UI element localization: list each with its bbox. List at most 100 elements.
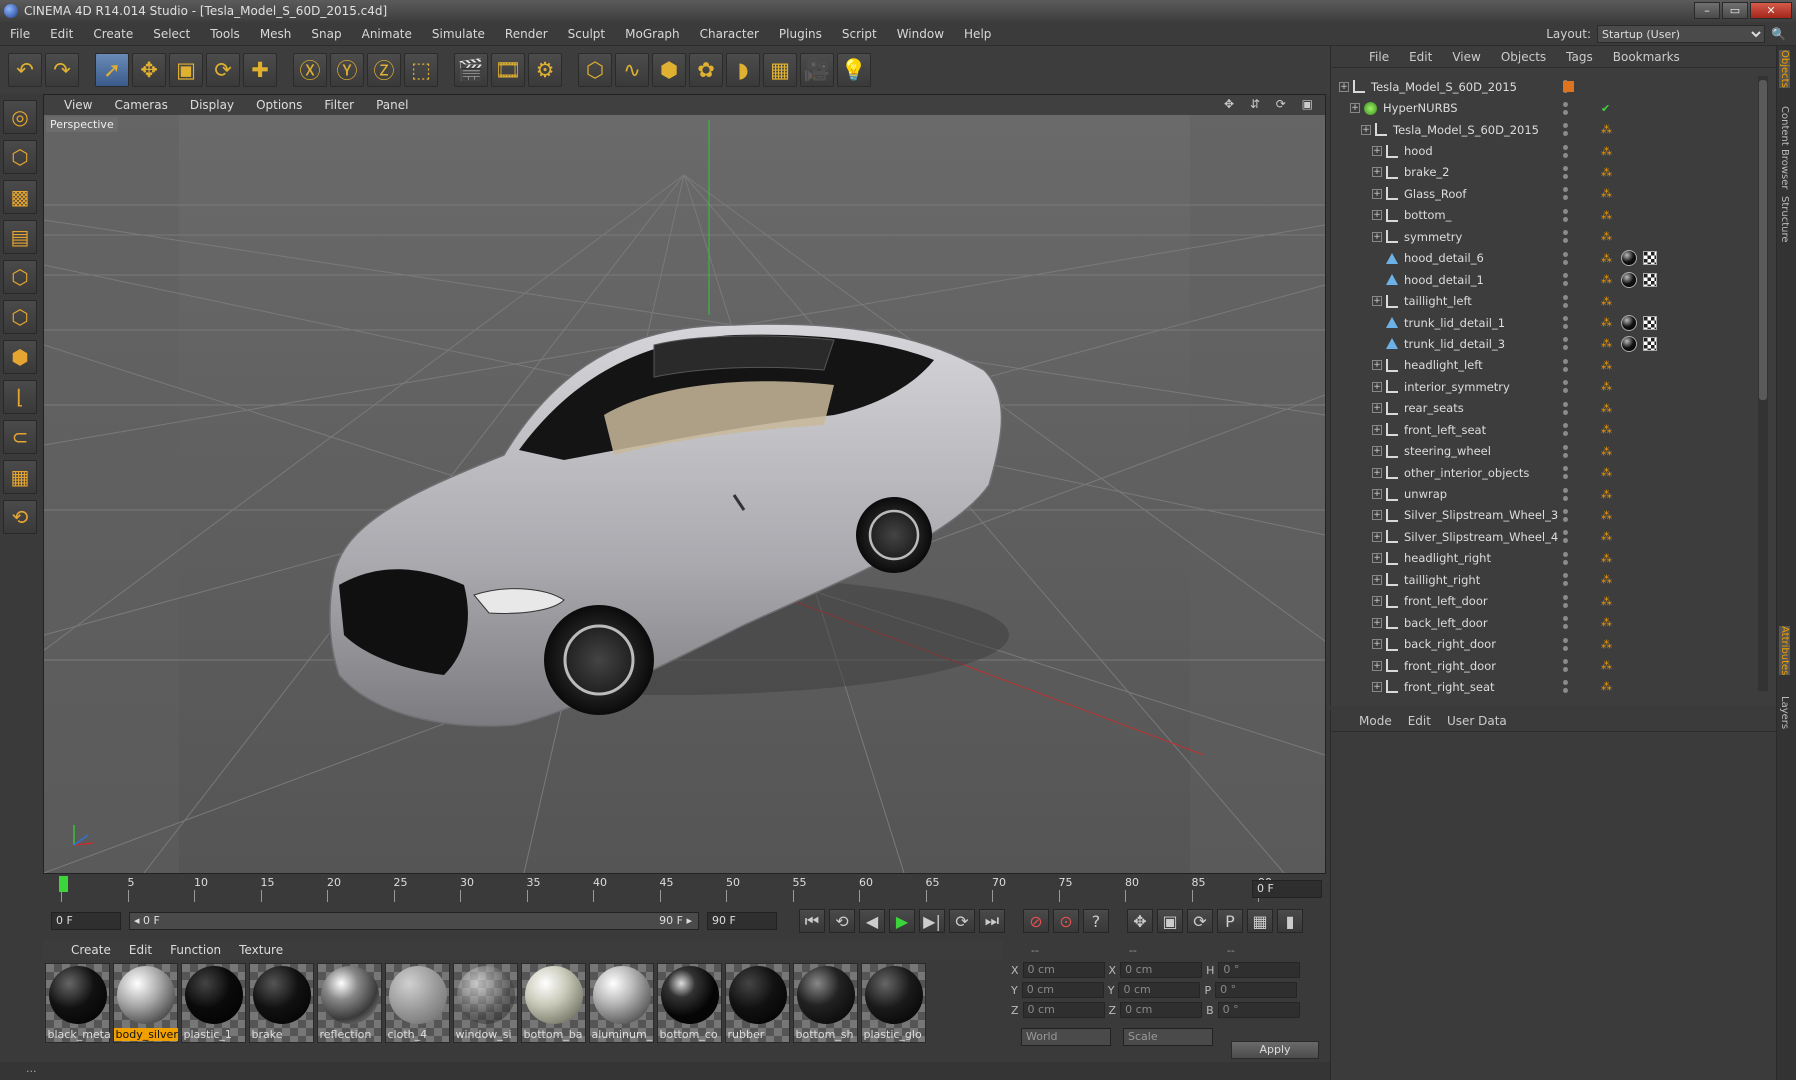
polygons-mode-button[interactable]: ⬢ (3, 340, 37, 374)
menu-sculpt[interactable]: Sculpt (558, 27, 615, 41)
points-mode-button[interactable]: ⬡ (3, 260, 37, 294)
menu-create[interactable]: Create (83, 27, 143, 41)
object-row[interactable]: + taillight_left ⁂ (1331, 290, 1761, 311)
visibility-dots-icon[interactable] (1563, 380, 1587, 394)
workplane-button[interactable]: ▤ (3, 220, 37, 254)
move-button[interactable]: ✥ (132, 53, 166, 87)
expand-toggle-icon[interactable]: + (1372, 360, 1382, 371)
search-icon[interactable]: 🔍 (1771, 27, 1786, 41)
viewport-menu-cameras[interactable]: Cameras (114, 98, 167, 112)
playhead[interactable] (59, 876, 68, 892)
timeline-button[interactable]: ▮ (1277, 909, 1303, 933)
object-row[interactable]: + front_left_door ⁂ (1331, 591, 1761, 612)
object-row[interactable]: + taillight_right ⁂ (1331, 569, 1761, 590)
viewport-menu-panel[interactable]: Panel (376, 98, 408, 112)
cube-primitive-button[interactable]: ⬡ (578, 53, 612, 87)
expand-toggle-icon[interactable]: + (1372, 510, 1382, 521)
make-editable-button[interactable]: ◎ (3, 100, 37, 134)
expand-toggle-icon[interactable]: + (1372, 639, 1382, 650)
start-frame-field[interactable]: 0 F (51, 912, 121, 930)
timeline-ruler[interactable]: 051015202530354045505560657075808590 (55, 876, 1272, 902)
expand-toggle-icon[interactable]: + (1372, 596, 1382, 607)
object-row[interactable]: + Glass_Roof ⁂ (1331, 183, 1761, 204)
world-coords-button[interactable]: ⬚ (404, 53, 438, 87)
texture-tag-icon[interactable] (1643, 251, 1657, 266)
menu-file[interactable]: File (0, 27, 40, 41)
menu-select[interactable]: Select (143, 27, 200, 41)
material-swatch[interactable]: aluminum_ (589, 963, 654, 1043)
visibility-dots-icon[interactable] (1563, 208, 1587, 222)
coord-value-field[interactable]: 0 ° (1215, 982, 1298, 998)
visibility-dots-icon[interactable] (1563, 337, 1587, 351)
material-menu-edit[interactable]: Edit (129, 943, 152, 957)
visibility-dots-icon[interactable] (1563, 530, 1587, 544)
apply-button[interactable]: Apply (1231, 1041, 1319, 1059)
object-row[interactable]: + steering_wheel ⁂ (1331, 440, 1761, 461)
object-row[interactable]: + front_right_door ⁂ (1331, 655, 1761, 676)
coord-value-field[interactable]: 0 cm (1022, 962, 1105, 978)
axis-mode-button[interactable]: ⌊ (3, 380, 37, 414)
close-button[interactable]: ✕ (1750, 2, 1792, 19)
object-row[interactable]: + brake_2 ⁂ (1331, 162, 1761, 183)
visibility-dots-icon[interactable] (1563, 423, 1587, 437)
next-frame-button[interactable]: ▶| (919, 909, 945, 933)
y-axis-button[interactable]: Ⓨ (330, 53, 364, 87)
coord-value-field[interactable]: 0 cm (1118, 982, 1201, 998)
visibility-dots-icon[interactable] (1563, 551, 1587, 565)
visibility-dots-icon[interactable] (1563, 187, 1587, 201)
object-row[interactable]: + back_left_door ⁂ (1331, 612, 1761, 633)
visibility-dots-icon[interactable] (1563, 659, 1587, 673)
object-row[interactable]: + back_right_door ⁂ (1331, 633, 1761, 654)
world-dropdown[interactable]: World (1021, 1028, 1111, 1046)
play-button[interactable]: ▶ (889, 909, 915, 933)
coord-value-field[interactable]: 0 cm (1120, 1002, 1203, 1018)
object-row[interactable]: + Silver_Slipstream_Wheel_3 ⁂ (1331, 505, 1761, 526)
maximize-button[interactable]: ▭ (1722, 2, 1748, 19)
object-menu-tags[interactable]: Tags (1566, 50, 1593, 64)
coord-value-field[interactable]: 0 cm (1022, 1002, 1105, 1018)
object-row[interactable]: + Tesla_Model_S_60D_2015 ⁂ (1331, 119, 1761, 140)
object-row[interactable]: + headlight_left ⁂ (1331, 355, 1761, 376)
prev-key-button[interactable]: ⟲ (829, 909, 855, 933)
material-swatch[interactable]: bottom_co (657, 963, 722, 1043)
keyframe-selection-button[interactable]: ? (1083, 909, 1109, 933)
material-swatch[interactable]: rubber (725, 963, 790, 1043)
material-menu-texture[interactable]: Texture (239, 943, 283, 957)
visibility-dots-icon[interactable] (1563, 466, 1587, 480)
viewport-menu-options[interactable]: Options (256, 98, 302, 112)
expand-toggle-icon[interactable]: + (1372, 188, 1382, 199)
object-row[interactable]: + front_left_seat ⁂ (1331, 419, 1761, 440)
material-swatch[interactable]: plastic_glo (861, 963, 926, 1043)
coord-value-field[interactable]: 0 cm (1021, 982, 1104, 998)
viewport[interactable]: View Cameras Display Options Filter Panel ✥ ⇵… (43, 94, 1326, 874)
expand-toggle-icon[interactable]: + (1372, 381, 1382, 392)
expand-toggle-icon[interactable]: + (1372, 167, 1382, 178)
expand-toggle-icon[interactable]: + (1372, 403, 1382, 414)
render-view-button[interactable]: 🎬 (454, 53, 488, 87)
menu-simulate[interactable]: Simulate (422, 27, 495, 41)
object-menu-view[interactable]: View (1452, 50, 1480, 64)
z-axis-button[interactable]: Ⓩ (367, 53, 401, 87)
coord-value-field[interactable]: 0 ° (1218, 962, 1301, 978)
expand-toggle-icon[interactable]: + (1372, 681, 1382, 692)
snap-grid-button[interactable]: ▦ (3, 460, 37, 494)
object-row[interactable]: + rear_seats ⁂ (1331, 398, 1761, 419)
visibility-dots-icon[interactable] (1563, 123, 1587, 137)
object-scrollbar[interactable] (1758, 76, 1768, 691)
menu-animate[interactable]: Animate (352, 27, 422, 41)
minimize-button[interactable]: – (1694, 2, 1720, 19)
visibility-dots-icon[interactable] (1563, 358, 1587, 372)
object-menu-bookmarks[interactable]: Bookmarks (1613, 50, 1680, 64)
object-row[interactable]: + other_interior_objects ⁂ (1331, 462, 1761, 483)
current-frame-field[interactable]: 0 F (1252, 880, 1322, 898)
viewport-menu-display[interactable]: Display (190, 98, 234, 112)
expand-toggle-icon[interactable]: + (1350, 103, 1360, 114)
object-menu-edit[interactable]: Edit (1409, 50, 1432, 64)
material-swatch[interactable]: bottom_sh (793, 963, 858, 1043)
visibility-dots-icon[interactable] (1563, 101, 1587, 115)
texture-tag-icon[interactable] (1643, 336, 1657, 351)
visibility-dots-icon[interactable] (1563, 573, 1587, 587)
object-row[interactable]: + HyperNURBS ✔ (1331, 97, 1761, 118)
material-swatch[interactable]: cloth_4 (385, 963, 450, 1043)
position-key-button[interactable]: ✥ (1127, 909, 1153, 933)
